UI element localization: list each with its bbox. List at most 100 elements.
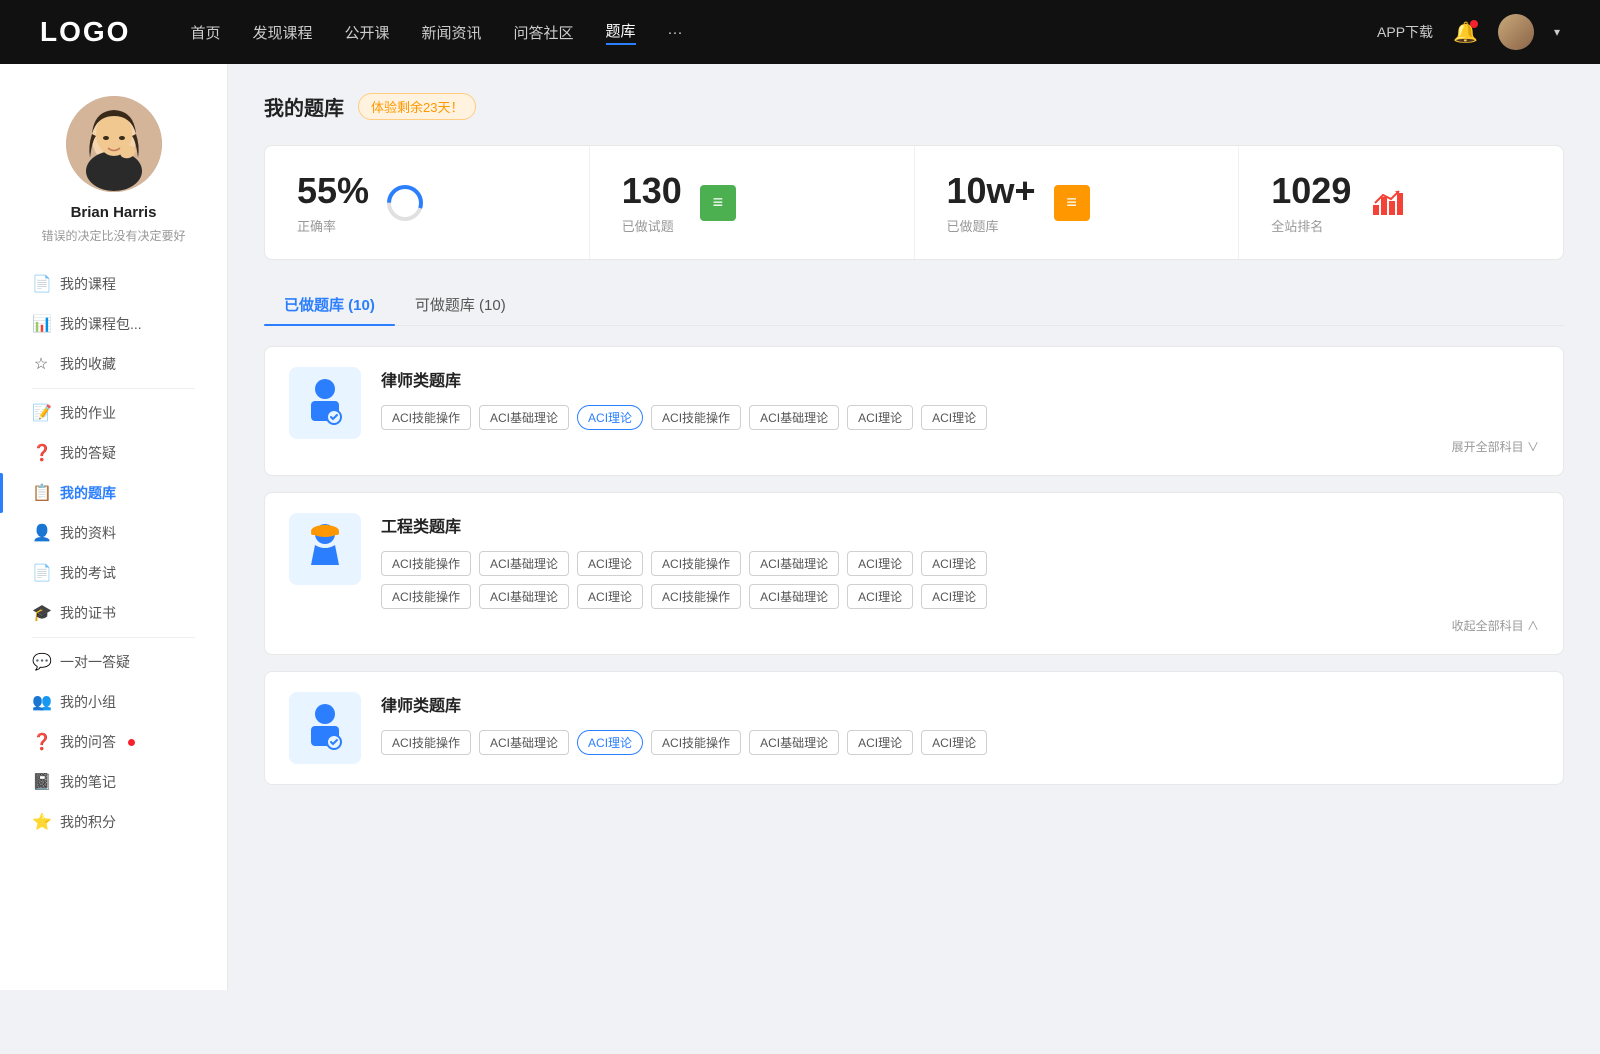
stat-done-questions: 130 已做试题 ≡	[590, 146, 915, 259]
nav-more[interactable]: ···	[668, 24, 683, 41]
sidebar-item-notes[interactable]: 📓 我的笔记	[0, 762, 227, 802]
tag-6[interactable]: ACI理论	[921, 405, 987, 430]
qa-notification-dot	[128, 739, 135, 746]
sidebar-item-course-packages[interactable]: 📊 我的课程包...	[0, 304, 227, 344]
tab-done-banks[interactable]: 已做题库 (10)	[264, 284, 395, 325]
questions-icon: ❓	[32, 443, 50, 463]
qbank-engineer-expand[interactable]: 收起全部科目 ∧	[381, 617, 1539, 634]
avatar-chevron-icon[interactable]: ▾	[1554, 25, 1560, 39]
lawyer2-icon	[301, 700, 349, 756]
sidebar-item-certificate[interactable]: 🎓 我的证书	[0, 593, 227, 633]
green-doc-square: ≡	[700, 185, 736, 221]
points-icon: ⭐	[32, 812, 50, 832]
qbank-lawyer-expand[interactable]: 展开全部科目 ∨	[381, 438, 1539, 455]
nav-menu: 首页 发现课程 公开课 新闻资讯 问答社区 题库 ···	[190, 20, 1377, 45]
sidebar-item-points[interactable]: ⭐ 我的积分	[0, 802, 227, 842]
nav-news[interactable]: 新闻资讯	[422, 22, 482, 43]
user-avatar[interactable]	[1498, 14, 1534, 50]
sidebar-item-groups[interactable]: 👥 我的小组	[0, 682, 227, 722]
l2-tag-1[interactable]: ACI基础理论	[479, 730, 569, 755]
l2-tag-4[interactable]: ACI基础理论	[749, 730, 839, 755]
main-content: 我的题库 体验剩余23天！ 55% 正确率	[228, 64, 1600, 990]
eng-tag-r2-5[interactable]: ACI理论	[847, 584, 913, 609]
navbar: LOGO 首页 发现课程 公开课 新闻资讯 问答社区 题库 ··· APP下载 …	[0, 0, 1600, 64]
sidebar-item-profile[interactable]: 👤 我的资料	[0, 513, 227, 553]
stat-accuracy: 55% 正确率	[265, 146, 590, 259]
navbar-right: APP下载 🔔 ▾	[1377, 14, 1560, 50]
my-qa-icon: ❓	[32, 732, 50, 752]
app-download-btn[interactable]: APP下载	[1377, 22, 1433, 42]
sidebar-item-questions[interactable]: ❓ 我的答疑	[0, 433, 227, 473]
sidebar-item-qbank[interactable]: 📋 我的题库	[0, 473, 227, 513]
l2-tag-5[interactable]: ACI理论	[847, 730, 913, 755]
tab-available-banks[interactable]: 可做题库 (10)	[395, 284, 526, 325]
qbank-lawyer-tags: ACI技能操作 ACI基础理论 ACI理论 ACI技能操作 ACI基础理论 AC…	[381, 405, 1539, 430]
groups-icon: 👥	[32, 692, 50, 712]
stat-accuracy-value: 55%	[297, 170, 369, 212]
sidebar-item-favorites[interactable]: ☆ 我的收藏	[0, 344, 227, 384]
eng-tag-r2-0[interactable]: ACI技能操作	[381, 584, 471, 609]
sidebar-avatar	[66, 96, 162, 192]
tag-4[interactable]: ACI基础理论	[749, 405, 839, 430]
eng-tag-0[interactable]: ACI技能操作	[381, 551, 471, 576]
sidebar-item-courses[interactable]: 📄 我的课程	[0, 264, 227, 304]
eng-tag-1[interactable]: ACI基础理论	[479, 551, 569, 576]
qbank-lawyer2-title: 律师类题库	[381, 692, 1539, 716]
sidebar-item-exam[interactable]: 📄 我的考试	[0, 553, 227, 593]
bar-chart-icon	[1371, 187, 1403, 219]
lawyer-icon-wrap	[289, 367, 361, 439]
notes-icon: 📓	[32, 772, 50, 792]
tag-5[interactable]: ACI理论	[847, 405, 913, 430]
eng-tag-2[interactable]: ACI理论	[577, 551, 643, 576]
eng-tag-r2-3[interactable]: ACI技能操作	[651, 584, 741, 609]
eng-tag-r2-2[interactable]: ACI理论	[577, 584, 643, 609]
avatar-image	[1498, 14, 1534, 50]
l2-tag-6[interactable]: ACI理论	[921, 730, 987, 755]
eng-tag-3[interactable]: ACI技能操作	[651, 551, 741, 576]
notification-bell[interactable]: 🔔	[1453, 20, 1478, 45]
engineer-icon-wrap	[289, 513, 361, 585]
eng-tag-4[interactable]: ACI基础理论	[749, 551, 839, 576]
tag-2-active[interactable]: ACI理论	[577, 405, 643, 430]
l2-tag-2-active[interactable]: ACI理论	[577, 730, 643, 755]
orange-doc-square: ≡	[1054, 185, 1090, 221]
eng-tag-6[interactable]: ACI理论	[921, 551, 987, 576]
qbank-lawyer2-tags: ACI技能操作 ACI基础理论 ACI理论 ACI技能操作 ACI基础理论 AC…	[381, 730, 1539, 755]
1on1-icon: 💬	[32, 652, 50, 672]
qbank-lawyer2-body: 律师类题库 ACI技能操作 ACI基础理论 ACI理论 ACI技能操作 ACI基…	[381, 692, 1539, 763]
tag-3[interactable]: ACI技能操作	[651, 405, 741, 430]
stat-rank-value: 1029	[1271, 170, 1351, 212]
sidebar-item-1on1[interactable]: 💬 一对一答疑	[0, 642, 227, 682]
page-wrapper: Brian Harris 错误的决定比没有决定要好 📄 我的课程 📊 我的课程包…	[0, 64, 1600, 990]
l2-tag-0[interactable]: ACI技能操作	[381, 730, 471, 755]
nav-qa[interactable]: 问答社区	[514, 22, 574, 43]
sidebar-menu: 📄 我的课程 📊 我的课程包... ☆ 我的收藏 📝 我的作业 ❓ 我的答疑 �	[0, 264, 227, 842]
qbank-lawyer-body: 律师类题库 ACI技能操作 ACI基础理论 ACI理论 ACI技能操作 ACI基…	[381, 367, 1539, 455]
page-header: 我的题库 体验剩余23天！	[264, 92, 1564, 121]
l2-tag-3[interactable]: ACI技能操作	[651, 730, 741, 755]
nav-discover[interactable]: 发现课程	[252, 22, 312, 43]
qbank-engineer-body: 工程类题库 ACI技能操作 ACI基础理论 ACI理论 ACI技能操作 ACI基…	[381, 513, 1539, 634]
stat-rank-text: 1029 全站排名	[1271, 170, 1351, 235]
eng-tag-r2-1[interactable]: ACI基础理论	[479, 584, 569, 609]
nav-home[interactable]: 首页	[190, 22, 220, 43]
eng-tag-r2-4[interactable]: ACI基础理论	[749, 584, 839, 609]
tag-1[interactable]: ACI基础理论	[479, 405, 569, 430]
profile-icon: 👤	[32, 523, 50, 543]
nav-qbank[interactable]: 题库	[606, 20, 636, 45]
homework-icon: 📝	[32, 403, 50, 423]
qbank-engineer-title: 工程类题库	[381, 513, 1539, 537]
tag-0[interactable]: ACI技能操作	[381, 405, 471, 430]
nav-open-course[interactable]: 公开课	[344, 22, 389, 43]
stat-done-questions-text: 130 已做试题	[622, 170, 682, 235]
divider-1	[32, 388, 195, 389]
tabs-row: 已做题库 (10) 可做题库 (10)	[264, 284, 1564, 326]
logo[interactable]: LOGO	[40, 16, 130, 48]
packages-icon: 📊	[32, 314, 50, 334]
doc-green-icon: ≡	[698, 183, 738, 223]
eng-tag-r2-6[interactable]: ACI理论	[921, 584, 987, 609]
lawyer2-icon-wrap	[289, 692, 361, 764]
eng-tag-5[interactable]: ACI理论	[847, 551, 913, 576]
sidebar-item-homework[interactable]: 📝 我的作业	[0, 393, 227, 433]
sidebar-item-my-qa[interactable]: ❓ 我的问答	[0, 722, 227, 762]
